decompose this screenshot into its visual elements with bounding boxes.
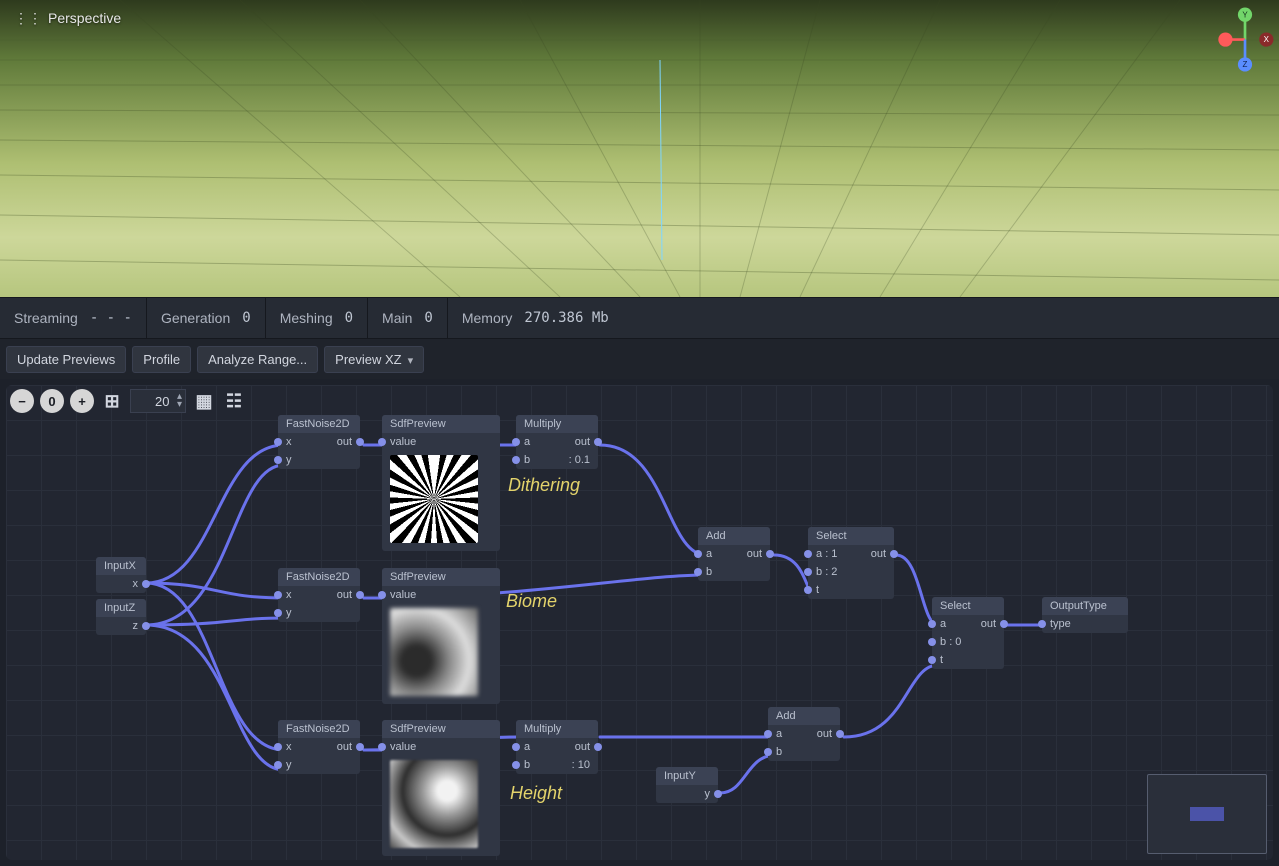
profile-button[interactable]: Profile xyxy=(132,346,191,373)
node-select-2[interactable]: Select aout b : 0 t xyxy=(932,597,1004,669)
node-multiply-2[interactable]: Multiply aout b: 10 xyxy=(516,720,598,774)
node-sdfpreview-2[interactable]: SdfPreview value xyxy=(382,568,500,704)
preview-thumbnail xyxy=(390,760,478,848)
node-output-type[interactable]: OutputType type xyxy=(1042,597,1128,633)
node-title: Add xyxy=(698,527,770,545)
node-title: SdfPreview xyxy=(382,720,500,738)
node-title: Select xyxy=(932,597,1004,615)
node-title: Select xyxy=(808,527,894,545)
node-title: Multiply xyxy=(516,720,598,738)
view-mode-picker[interactable]: ⋮⋮ Perspective xyxy=(4,4,131,32)
node-title: FastNoise2D xyxy=(278,568,360,586)
minimap-view-rect xyxy=(1190,807,1224,821)
node-title: InputY xyxy=(656,767,718,785)
node-title: InputX xyxy=(96,557,146,575)
node-title: SdfPreview xyxy=(382,415,500,433)
node-fastnoise2d-3[interactable]: FastNoise2D xout y xyxy=(278,720,360,774)
node-title: OutputType xyxy=(1042,597,1128,615)
node-input-y[interactable]: InputY y xyxy=(656,767,718,803)
axis-gizmo[interactable]: Y X Z xyxy=(1215,4,1275,84)
node-input-z[interactable]: InputZ z xyxy=(96,599,146,635)
status-main: Main 0 xyxy=(368,298,448,338)
view-mode-label: Perspective xyxy=(48,10,121,26)
status-streaming: Streaming - - - xyxy=(0,298,147,338)
node-fastnoise2d-2[interactable]: FastNoise2D xout y xyxy=(278,568,360,622)
update-previews-button[interactable]: Update Previews xyxy=(6,346,126,373)
zoom-reset-icon[interactable]: 0 xyxy=(40,389,64,413)
analyze-range-button[interactable]: Analyze Range... xyxy=(197,346,318,373)
status-meshing: Meshing 0 xyxy=(266,298,368,338)
node-select-1[interactable]: Select a : 1out b : 2 t xyxy=(808,527,894,599)
node-multiply-1[interactable]: Multiply aout b: 0.1 xyxy=(516,415,598,469)
node-title: FastNoise2D xyxy=(278,720,360,738)
grip-icon: ⋮⋮ xyxy=(14,11,42,25)
status-memory: Memory 270.386 Mb xyxy=(448,298,623,338)
graph-zoom-toolbar: − 0 + ⊞ ▴▾ ▦ ☷ xyxy=(0,379,256,423)
preview-thumbnail xyxy=(390,455,478,543)
snap-icon[interactable]: ⊞ xyxy=(100,389,124,413)
svg-text:X: X xyxy=(1264,35,1270,44)
preview-thumbnail xyxy=(390,608,478,696)
node-add-2[interactable]: Add aout b xyxy=(768,707,840,761)
node-title: FastNoise2D xyxy=(278,415,360,433)
zoom-out-icon[interactable]: − xyxy=(10,389,34,413)
node-title: Multiply xyxy=(516,415,598,433)
node-title: SdfPreview xyxy=(382,568,500,586)
preview-plane-dropdown[interactable]: Preview XZ xyxy=(324,346,424,373)
node-title: Add xyxy=(768,707,840,725)
layout-1-icon[interactable]: ▦ xyxy=(192,389,216,413)
zoom-stepper[interactable]: ▴▾ xyxy=(177,393,182,409)
status-bar: Streaming - - - Generation 0 Meshing 0 M… xyxy=(0,297,1279,339)
svg-text:Y: Y xyxy=(1242,10,1248,19)
terrain-illustration xyxy=(0,0,1279,297)
node-sdfpreview-1[interactable]: SdfPreview value xyxy=(382,415,500,551)
svg-text:Z: Z xyxy=(1243,60,1248,69)
layout-2-icon[interactable]: ☷ xyxy=(222,389,246,413)
graph-canvas[interactable]: − 0 + ⊞ ▴▾ ▦ ☷ xyxy=(0,379,1279,866)
node-sdfpreview-3[interactable]: SdfPreview value xyxy=(382,720,500,856)
node-add-1[interactable]: Add aout b xyxy=(698,527,770,581)
node-fastnoise2d-1[interactable]: FastNoise2D xout y xyxy=(278,415,360,469)
node-title: InputZ xyxy=(96,599,146,617)
node-input-x[interactable]: InputX x xyxy=(96,557,146,593)
status-generation: Generation 0 xyxy=(147,298,266,338)
zoom-in-icon[interactable]: + xyxy=(70,389,94,413)
graph-toolbar: Update Previews Profile Analyze Range...… xyxy=(0,339,1279,379)
graph-minimap[interactable] xyxy=(1147,774,1267,854)
viewport-3d[interactable]: ⋮⋮ Perspective Y X Z xyxy=(0,0,1279,297)
